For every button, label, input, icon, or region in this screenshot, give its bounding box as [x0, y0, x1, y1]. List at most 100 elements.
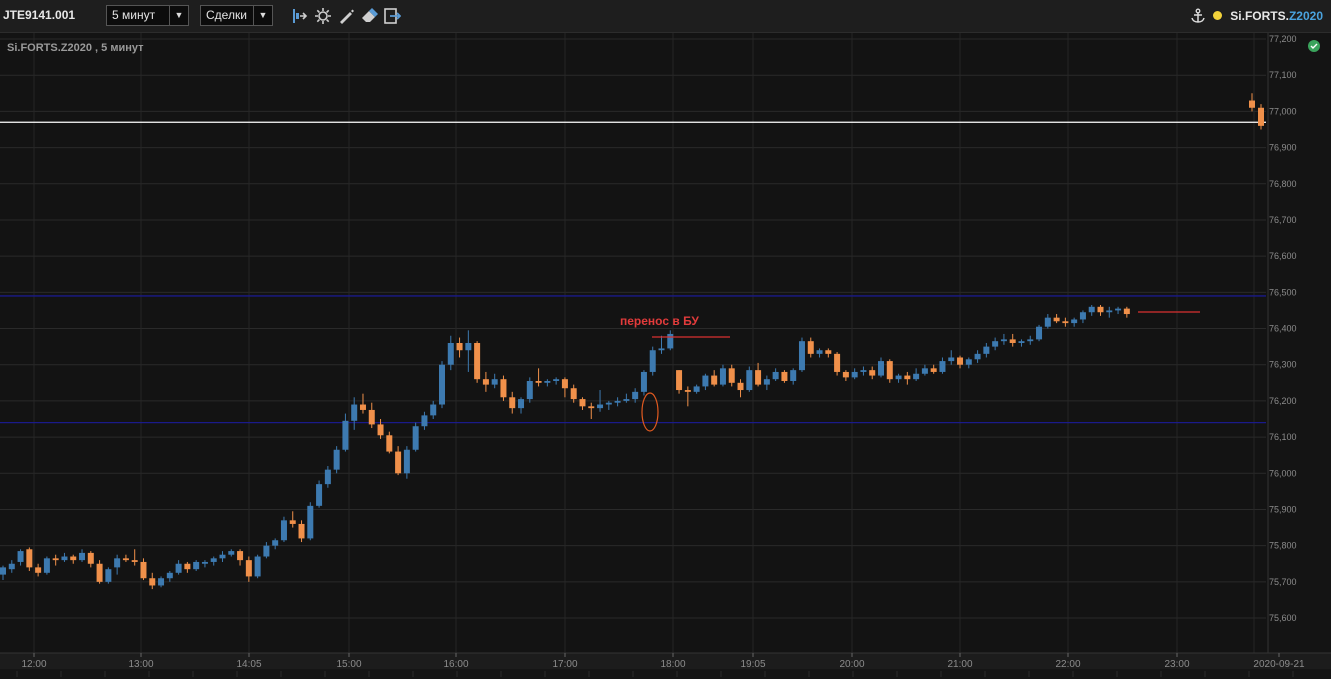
candle-body	[640, 371, 647, 392]
candle-body	[333, 449, 340, 470]
timeframe-dropdown[interactable]: 5 минут ▼	[106, 5, 189, 26]
candle	[316, 480, 323, 508]
candle-body	[1088, 306, 1095, 313]
candle-body	[1062, 321, 1069, 324]
candle-body	[1097, 306, 1104, 313]
candle-body	[798, 341, 805, 371]
candle-body	[992, 341, 999, 347]
y-tick-label: 77,200	[1269, 34, 1297, 44]
candle-body	[1123, 308, 1130, 315]
candle	[640, 370, 647, 396]
candle-body	[8, 563, 15, 570]
y-tick-label: 75,800	[1269, 541, 1297, 551]
candle-body	[228, 551, 235, 555]
y-tick-label: 75,700	[1269, 577, 1297, 587]
y-tick-label: 76,900	[1269, 143, 1297, 153]
candle	[105, 567, 112, 584]
candle-body	[61, 556, 68, 561]
anchor-icon[interactable]	[1190, 8, 1206, 24]
candle-body	[570, 388, 577, 400]
candle-body	[52, 558, 59, 561]
candle-body	[122, 558, 129, 561]
candle-body	[1000, 339, 1007, 342]
gear-icon[interactable]	[314, 7, 332, 25]
candle-body	[254, 556, 261, 577]
candle-body	[447, 342, 454, 365]
candle-body	[219, 554, 226, 559]
x-tick-label: 21:00	[947, 659, 972, 670]
candle-body	[237, 551, 244, 561]
candle	[280, 516, 287, 543]
indicators-icon[interactable]	[290, 7, 308, 25]
candle-body	[316, 484, 323, 506]
candle-body	[921, 368, 928, 374]
candle-body	[430, 404, 437, 416]
candle-body	[1036, 326, 1043, 340]
candle-body	[1044, 317, 1051, 327]
candle-body	[263, 545, 270, 557]
candle-body	[614, 400, 621, 403]
candle-body	[790, 370, 797, 381]
candle-body	[1258, 107, 1264, 126]
candle-body	[96, 563, 103, 582]
candle-body	[474, 342, 481, 380]
y-tick-label: 76,000	[1269, 468, 1297, 478]
candle-body	[860, 370, 867, 372]
candle-body	[1079, 312, 1086, 320]
candle-body	[465, 342, 472, 351]
candle	[439, 361, 445, 409]
candle-body	[825, 350, 832, 354]
price-chart[interactable]: перенос в БУ Si.FORTS.Z2020 , 5 минут 77,2…	[0, 33, 1331, 679]
candle-body	[983, 346, 990, 354]
candle-body	[772, 371, 779, 380]
symbol-contract: Z2020	[1288, 9, 1323, 23]
candle-body	[87, 552, 94, 564]
candle-body	[1071, 319, 1078, 324]
candle-body	[289, 520, 296, 524]
candle	[798, 337, 805, 372]
export-icon[interactable]	[383, 7, 401, 25]
candle	[1258, 104, 1264, 130]
x-tick-label: 16:00	[443, 659, 468, 670]
y-tick-label: 76,500	[1269, 287, 1297, 297]
candle-body	[746, 370, 753, 391]
chevron-down-icon[interactable]: ▼	[253, 6, 272, 25]
mode-dropdown[interactable]: Сделки ▼	[200, 5, 273, 26]
status-dot-icon	[1213, 11, 1222, 20]
candle-body	[816, 350, 823, 354]
candle-body	[869, 370, 876, 376]
check-icon[interactable]	[1308, 40, 1320, 52]
scrollbar-track[interactable]	[0, 669, 1331, 679]
candle-body	[377, 424, 384, 436]
candle-body	[210, 558, 217, 562]
candle-body	[456, 342, 463, 351]
candle-body	[878, 361, 884, 376]
candle	[746, 366, 753, 392]
candle-body	[544, 380, 551, 383]
candle	[333, 446, 340, 474]
candle-body	[79, 552, 86, 561]
annotation-text[interactable]: перенос в БУ	[620, 314, 699, 328]
instrument-symbol[interactable]: Si.FORTS.Z2020	[1230, 9, 1323, 23]
eraser-icon[interactable]	[360, 7, 378, 25]
candle-body	[842, 371, 849, 378]
candle-body	[386, 435, 393, 452]
candle-body	[728, 368, 735, 383]
candle-body	[649, 350, 656, 372]
candle-body	[491, 379, 498, 385]
pencil-icon[interactable]	[337, 7, 355, 25]
x-tick-label: 23:00	[1164, 659, 1189, 670]
x-tick-label: 14:05	[236, 659, 261, 670]
y-tick-label: 77,100	[1269, 70, 1297, 80]
candle-body	[807, 341, 814, 354]
x-tick-label: 17:00	[552, 659, 577, 670]
candle-body	[43, 558, 50, 573]
candle-body	[412, 426, 419, 450]
candle-body	[368, 409, 375, 425]
candle-body	[702, 375, 709, 387]
candle-body	[1009, 339, 1016, 343]
chevron-down-icon[interactable]: ▼	[169, 6, 188, 25]
x-tick-label: 20:00	[839, 659, 864, 670]
timeframe-value: 5 минут	[112, 8, 156, 22]
price-axis[interactable]	[1268, 33, 1331, 653]
